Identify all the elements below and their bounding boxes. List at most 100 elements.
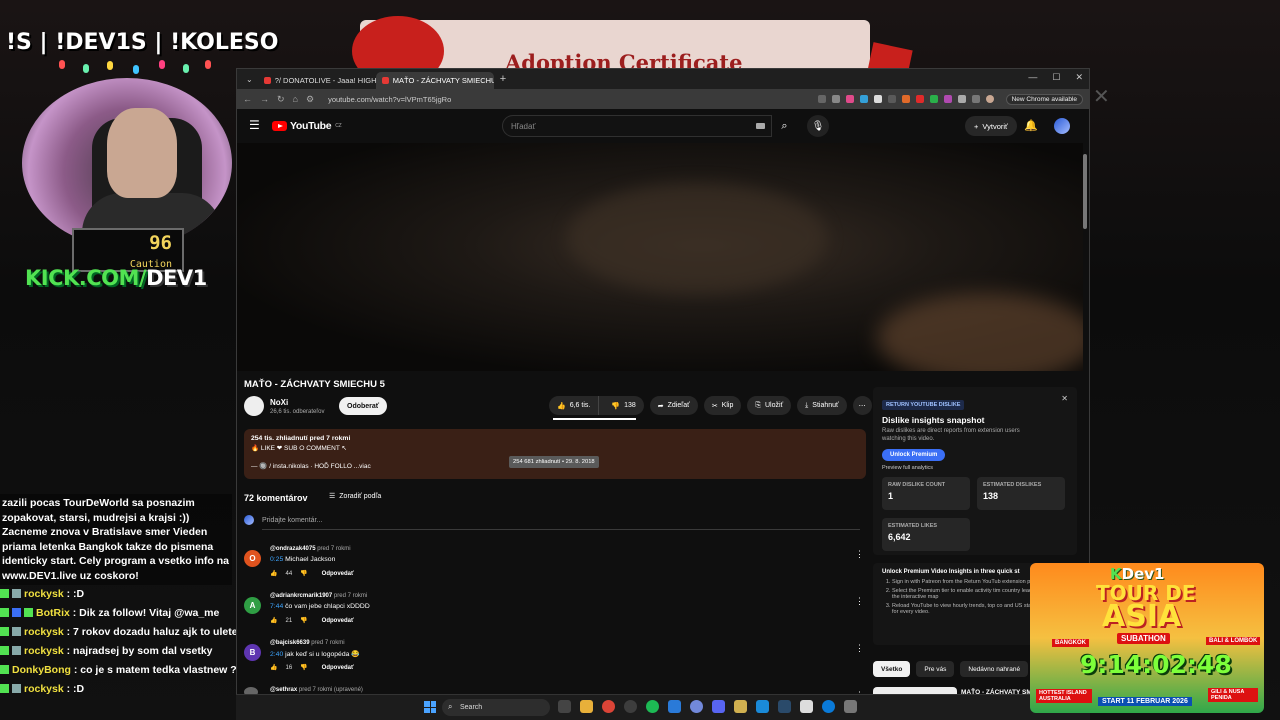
app-icon[interactable] [734, 700, 747, 713]
thumbs-down-icon[interactable]: 👎 [300, 570, 307, 577]
thumbs-up-icon[interactable]: 👍 [270, 664, 277, 671]
search-icon[interactable]: ⌕ [772, 115, 797, 137]
unlock-premium-button[interactable]: Unlock Premium [882, 449, 946, 461]
view-count-date: 254 tis. zhliadnutí pred 7 rokmi [251, 435, 351, 442]
create-button[interactable]: + Vytvoriť [965, 116, 1017, 136]
task-view-icon[interactable] [558, 700, 571, 713]
extension-icon[interactable] [887, 95, 896, 103]
extension-icon[interactable] [901, 95, 910, 103]
comment-age: pred 7 rokmi [333, 593, 368, 599]
microphone-icon[interactable]: 🎙 [807, 115, 829, 137]
meter-value: 96 [149, 232, 172, 254]
thumbs-down-icon[interactable]: 👎 [300, 664, 307, 671]
share-button[interactable]: ➦ Zdieľať [649, 396, 698, 415]
extension-icon[interactable] [845, 95, 854, 103]
subscribe-button[interactable]: Odoberať [339, 397, 388, 415]
reply-button[interactable]: Odpovedať [322, 618, 354, 624]
edge-icon[interactable] [822, 700, 835, 713]
vscode-icon[interactable] [756, 700, 769, 713]
start-icon[interactable] [424, 701, 436, 713]
commenter-handle[interactable]: @sethrax [270, 687, 297, 693]
timestamp-link[interactable]: 7:44 [270, 603, 283, 610]
preview-analytics-link[interactable]: Preview full analytics [882, 465, 1068, 471]
channel-name[interactable]: NoXi [270, 398, 288, 407]
cast-icon[interactable] [817, 95, 826, 103]
app-icon[interactable] [800, 700, 813, 713]
timestamp-link[interactable]: 2:40 [270, 651, 283, 658]
commenter-handle[interactable]: @ondrazak4075 [270, 546, 316, 552]
search-input[interactable]: Hľadať [502, 115, 772, 137]
comment-menu-icon[interactable]: ⋮ [855, 549, 864, 560]
tab-mato[interactable]: MAŤO - ZÁCHVATY SMIECHU 5✕ [375, 72, 494, 89]
home-icon[interactable]: ⌂ [293, 94, 298, 104]
commenter-avatar[interactable]: O [244, 550, 261, 567]
account-avatar[interactable] [1054, 118, 1070, 134]
minimize-icon[interactable]: — [1028, 72, 1037, 83]
chrome-icon[interactable] [602, 700, 615, 713]
extension-icon[interactable] [859, 95, 868, 103]
close-panel-icon[interactable]: ✕ [1061, 394, 1068, 403]
close-window-icon[interactable]: ✕ [1075, 72, 1083, 83]
dislike-button[interactable]: 👎 138 [603, 402, 643, 410]
save-button[interactable]: ⎘ Uložiť [747, 396, 792, 415]
url-field[interactable]: youtube.com/watch?v=lVPmT65jgRo [322, 92, 810, 107]
notifications-bell-icon[interactable]: 🔔 [1024, 119, 1038, 132]
settings-icon[interactable] [844, 700, 857, 713]
file-explorer-icon[interactable] [580, 700, 593, 713]
more-actions-icon[interactable]: ⋯ [852, 396, 872, 415]
tab-bar: ⌄ ?/ DONATOLIVE - Jaaa! HIGHL✕ MAŤO - ZÁ… [237, 69, 1089, 89]
chip-all[interactable]: Všetko [873, 661, 911, 677]
thumbs-up-icon[interactable]: 👍 [270, 617, 277, 624]
obs-icon[interactable] [624, 700, 637, 713]
back-icon[interactable]: ← [243, 94, 252, 104]
taskbar-search[interactable]: ⌕ Search [442, 699, 550, 716]
reply-button[interactable]: Odpovedať [322, 571, 354, 577]
sidepanel-icon[interactable] [971, 95, 980, 103]
comment-menu-icon[interactable]: ⋮ [855, 596, 864, 607]
steam-icon[interactable] [778, 700, 791, 713]
video-player[interactable] [237, 143, 1083, 371]
extension-icon[interactable] [873, 95, 882, 103]
channel-avatar[interactable] [244, 396, 264, 416]
commenter-avatar[interactable]: B [244, 644, 261, 661]
discord-icon[interactable] [712, 700, 725, 713]
reload-icon[interactable]: ↻ [277, 94, 285, 105]
chip-recent[interactable]: Nedávno nahrané [960, 661, 1029, 677]
new-chrome-button[interactable]: New Chrome available [1005, 93, 1083, 105]
extension-icon[interactable] [915, 95, 924, 103]
bookmark-star-icon[interactable] [831, 95, 840, 103]
clip-button[interactable]: ✂ Klip [703, 396, 742, 415]
comment-menu-icon[interactable]: ⋮ [855, 643, 864, 654]
keyboard-icon[interactable] [756, 123, 765, 129]
page-scrollbar[interactable] [1083, 154, 1087, 229]
site-info-icon[interactable]: ⚙ [306, 94, 314, 105]
puzzle-icon[interactable] [957, 95, 966, 103]
commenter-handle[interactable]: @bajcisk6639 [270, 640, 310, 646]
reply-button[interactable]: Odpovedať [322, 665, 354, 671]
extension-icon[interactable] [943, 95, 952, 103]
sort-button[interactable]: ☰ Zoradiť podľa [329, 492, 381, 501]
new-tab-icon[interactable]: + [494, 73, 512, 85]
commenter-avatar[interactable]: A [244, 597, 261, 614]
tab-donatolive[interactable]: ?/ DONATOLIVE - Jaaa! HIGHL✕ [258, 72, 376, 89]
thumbs-up-icon[interactable]: 👍 [270, 570, 277, 577]
maximize-icon[interactable]: ☐ [1052, 72, 1060, 83]
forward-icon[interactable]: → [260, 94, 269, 104]
chat-user: DonkyBong [12, 664, 71, 676]
profile-avatar-icon[interactable] [985, 95, 994, 103]
chip-for-you[interactable]: Pre vás [916, 661, 955, 677]
menu-icon[interactable]: ☰ [249, 118, 260, 132]
like-button[interactable]: 👍 6,6 tis. [549, 396, 600, 415]
extension-icon[interactable] [929, 95, 938, 103]
tab-search-icon[interactable]: ⌄ [241, 75, 258, 84]
app-icon[interactable] [690, 700, 703, 713]
youtube-logo[interactable]: YouTube CZ [272, 120, 342, 132]
add-comment[interactable]: Pridajte komentár... [244, 515, 322, 525]
app-icon[interactable] [668, 700, 681, 713]
download-button[interactable]: ⤓ Stiahnuť [797, 396, 847, 415]
spotify-icon[interactable] [646, 700, 659, 713]
thumbs-down-icon[interactable]: 👎 [300, 617, 307, 624]
description-box[interactable]: 254 tis. zhliadnutí pred 7 rokmi 🔥 LIKE … [244, 429, 866, 479]
timestamp-link[interactable]: 0:25 [270, 556, 283, 563]
commenter-handle[interactable]: @adriankrcmarik1907 [270, 593, 332, 599]
